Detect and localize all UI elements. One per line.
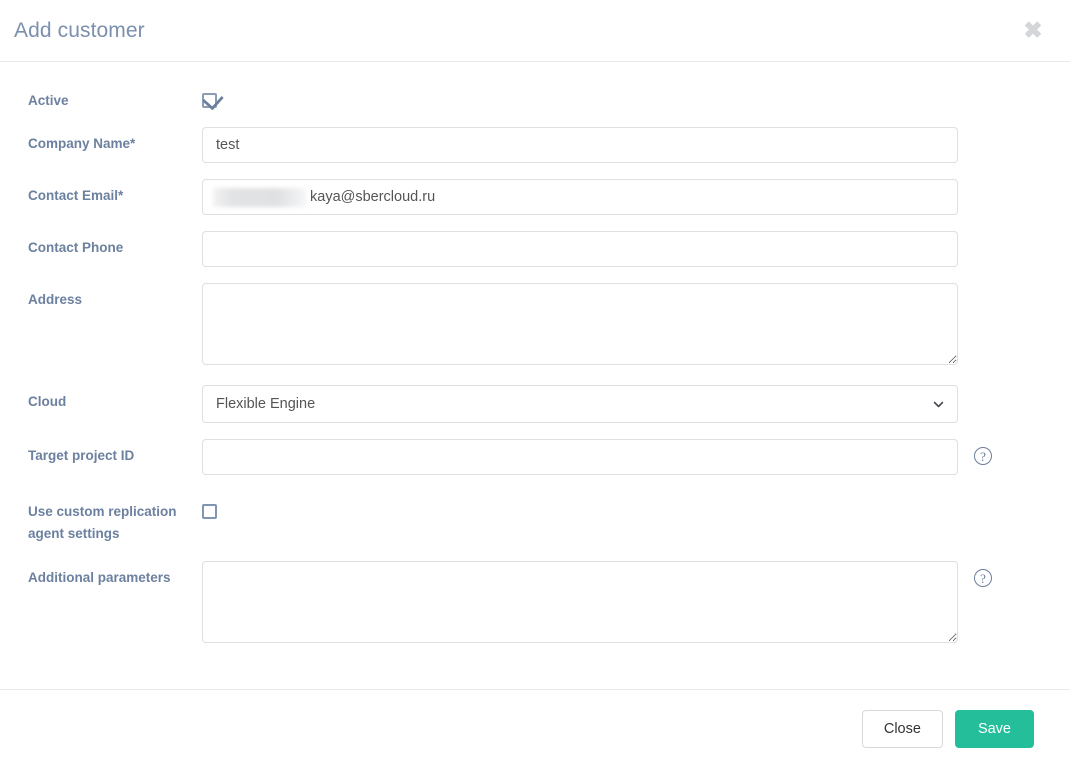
modal-header: Add customer ✖ [0,0,1070,62]
label-active: Active [28,93,69,108]
address-textarea[interactable] [202,283,958,365]
use-custom-replication-checkbox[interactable] [202,504,217,519]
form-row-target-project-id: Target project ID ? [0,439,1070,475]
label-address: Address [28,292,83,307]
form-row-cloud: Cloud Flexible Engine [0,385,1070,423]
target-project-id-input[interactable] [202,439,958,475]
label-contact-email: Contact Email* [28,188,124,203]
control-use-custom-replication [202,495,1070,519]
cloud-select[interactable]: Flexible Engine [202,385,958,423]
form-row-contact-email: Contact Email* kaya@sbercloud.ru [0,179,1070,215]
control-active [202,84,1070,108]
control-cloud: Flexible Engine [202,385,1070,423]
company-name-input[interactable] [202,127,958,163]
label-target-project-id: Target project ID [28,448,135,463]
form-row-company-name: Company Name* [0,127,1070,163]
redaction-overlay [213,187,306,207]
contact-email-value: kaya@sbercloud.ru [310,189,436,205]
label-use-custom-replication: Use custom replication agent settings [28,504,177,541]
form-row-address: Address [0,283,1070,365]
control-additional-parameters: ? [202,561,1070,643]
label-cloud: Cloud [28,394,67,409]
control-contact-email: kaya@sbercloud.ru [202,179,1070,215]
contact-email-input[interactable]: kaya@sbercloud.ru [202,179,958,215]
control-target-project-id: ? [202,439,1070,475]
form-row-additional-parameters: Additional parameters ? [0,561,1070,643]
form-row-use-custom-replication: Use custom replication agent settings [0,495,1070,545]
active-checkbox[interactable] [202,93,217,108]
help-circle-icon-additional-parameters[interactable]: ? [974,569,992,587]
modal-footer: Close Save [0,689,1070,768]
form-row-contact-phone: Contact Phone [0,231,1070,267]
close-icon[interactable]: ✖ [1020,18,1046,44]
control-address [202,283,1070,365]
page-title: Add customer [14,19,145,42]
label-company-name: Company Name* [28,136,136,151]
label-additional-parameters: Additional parameters [28,570,171,585]
additional-parameters-textarea[interactable] [202,561,958,643]
control-contact-phone [202,231,1070,267]
add-customer-modal: Add customer ✖ Active Company Name* Cont… [0,0,1070,768]
cloud-select-wrap: Flexible Engine [202,385,958,423]
contact-phone-input[interactable] [202,231,958,267]
close-button[interactable]: Close [861,710,943,748]
save-button[interactable]: Save [954,710,1034,748]
help-circle-icon-target-project-id[interactable]: ? [974,447,992,465]
modal-body: Active Company Name* Contact Email* kaya… [0,62,1070,689]
label-contact-phone: Contact Phone [28,240,124,255]
control-company-name [202,127,1070,163]
form-row-active: Active [0,84,1070,112]
